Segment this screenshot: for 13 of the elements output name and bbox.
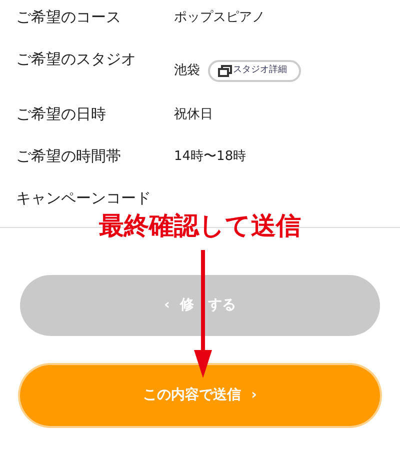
field-value: 池袋 xyxy=(174,62,200,80)
field-label: ご希望のコース xyxy=(16,7,122,28)
field-label: ご希望のスタジオ xyxy=(16,49,137,70)
field-label: キャンペーンコード xyxy=(16,188,152,209)
window-icon xyxy=(218,64,232,77)
field-value: 14時〜18時 xyxy=(174,148,246,166)
field-label: ご希望の日時 xyxy=(16,104,107,125)
annotation-text: 最終確認して送信 xyxy=(98,212,302,240)
field-value: ポップスピアノ xyxy=(174,9,265,27)
submit-button[interactable]: この内容で送信 › xyxy=(20,365,380,426)
studio-details-link[interactable]: スタジオ詳細 xyxy=(208,60,301,82)
field-value: 祝休日 xyxy=(174,106,213,124)
field-label: ご希望の時間帯 xyxy=(16,146,122,167)
